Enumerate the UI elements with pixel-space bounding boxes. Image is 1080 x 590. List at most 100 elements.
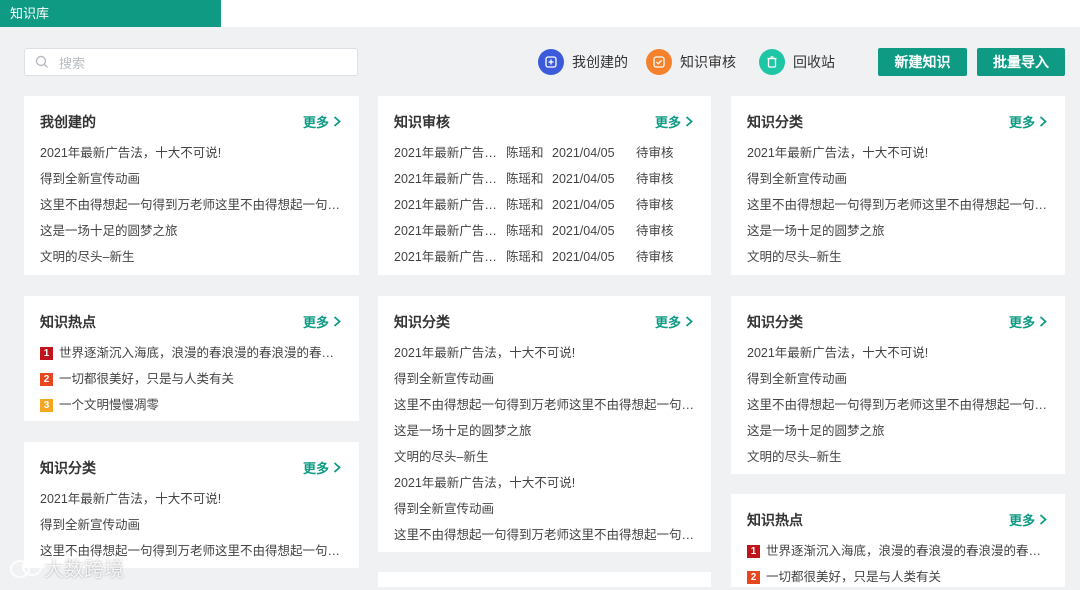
- rank-badge: 1: [40, 346, 53, 360]
- card-title: 知识审核: [394, 114, 450, 130]
- chevron-right-icon: [685, 316, 693, 327]
- chevron-right-icon: [1039, 316, 1047, 327]
- card-title: 我创建的: [40, 114, 96, 130]
- list-item[interactable]: 得到全新宣传动画: [394, 496, 695, 522]
- batch-import-button[interactable]: 批量导入: [977, 48, 1065, 76]
- list-item[interactable]: 得到全新宣传动画: [40, 512, 343, 538]
- more-link[interactable]: 更多: [1009, 312, 1047, 331]
- review-title: 2021年最新广告法，十大不可说!: [394, 172, 504, 186]
- card-knowledge-review: 知识审核 更多 2021年最新广告法，十大不可说!陈瑶和2021/04/05待审…: [378, 96, 711, 275]
- more-link[interactable]: 更多: [303, 312, 341, 331]
- watermark-text: 大数跨境: [44, 559, 124, 581]
- hot-item[interactable]: 1 世界逐渐沉入海底，浪漫的春浪漫的春浪漫的春浪漫的: [747, 538, 1049, 564]
- review-date: 2021/04/05: [552, 172, 615, 186]
- card-title: 知识热点: [747, 512, 803, 528]
- list-item[interactable]: 2021年最新广告法，十大不可说!: [747, 140, 1049, 166]
- review-row[interactable]: 2021年最新广告法，十大不可说!陈瑶和 2021/04/05 待审核: [394, 140, 695, 166]
- list-item[interactable]: 这里不由得想起一句得到万老师这里不由得想起一句得到万老师: [394, 392, 695, 418]
- more-link[interactable]: 更多: [655, 312, 693, 331]
- card-knowledge-category: 知识分类 更多 2021年最新广告法，十大不可说! 得到全新宣传动画 这里不由得…: [378, 296, 711, 552]
- list-item[interactable]: 这是一场十足的圆梦之旅: [747, 218, 1049, 244]
- more-label: 更多: [1008, 115, 1035, 130]
- list-item[interactable]: 文明的尽头–新生: [40, 244, 343, 270]
- list-item[interactable]: 2021年最新广告法，十大不可说!: [40, 486, 343, 512]
- knowledge-review-link[interactable]: 知识审核: [646, 48, 736, 76]
- card-title: 知识分类: [40, 460, 96, 476]
- hot-item[interactable]: 2 一切都很美好，只是与人类有关: [40, 366, 343, 392]
- hot-item[interactable]: 1 世界逐渐沉入海底，浪漫的春浪漫的春浪漫的春浪漫的: [40, 340, 343, 366]
- tab-knowledge-base[interactable]: 知识库: [0, 0, 221, 27]
- list-item[interactable]: 2021年最新广告法，十大不可说!: [394, 470, 695, 496]
- top-tab-bar: 知识库: [0, 0, 1080, 27]
- list-item[interactable]: 这是一场十足的圆梦之旅: [394, 418, 695, 444]
- list-item[interactable]: 这里不由得想起一句得到万老师这里不由得想起一句得到万老师: [747, 192, 1049, 218]
- knowledge-review-label: 知识审核: [680, 54, 736, 70]
- list-item[interactable]: 这是一场十足的圆梦之旅: [747, 418, 1049, 444]
- search-box[interactable]: [24, 48, 358, 77]
- list-item[interactable]: 得到全新宣传动画: [40, 166, 343, 192]
- recycle-bin-link[interactable]: 回收站: [759, 48, 835, 76]
- list-item[interactable]: 得到全新宣传动画: [394, 366, 695, 392]
- review-row[interactable]: 2021年最新广告法，十大不可说!陈瑶和 2021/04/05 待审核: [394, 244, 695, 270]
- new-knowledge-button[interactable]: 新建知识: [878, 48, 967, 76]
- trash-icon: [759, 49, 785, 75]
- list-item[interactable]: 得到全新宣传动画: [747, 166, 1049, 192]
- chevron-right-icon: [333, 316, 341, 327]
- chevron-right-icon: [1039, 116, 1047, 127]
- more-label: 更多: [1008, 513, 1035, 528]
- list-item[interactable]: 2021年最新广告法，十大不可说!: [40, 140, 343, 166]
- chevron-right-icon: [1039, 514, 1047, 525]
- chevron-right-icon: [685, 116, 693, 127]
- search-input[interactable]: [57, 49, 351, 77]
- rank-badge: 2: [747, 570, 760, 584]
- list-item[interactable]: 这里不由得想起一句得到万老师这里不由得想起一句得到万老师: [747, 392, 1049, 418]
- more-label: 更多: [654, 115, 681, 130]
- card-knowledge-hot: 知识热点 更多 1 世界逐渐沉入海底，浪漫的春浪漫的春浪漫的春浪漫的 2 一切都很美…: [731, 494, 1065, 587]
- more-link[interactable]: 更多: [303, 458, 341, 477]
- list-item[interactable]: 2021年最新广告法，十大不可说!: [747, 340, 1049, 366]
- list-item[interactable]: 这里不由得想起一句得到万老师这里不由得想起一句得到万老师: [40, 192, 343, 218]
- rank-badge: 3: [40, 398, 53, 412]
- review-title: 2021年最新广告法，十大不可说!: [394, 146, 504, 160]
- review-author: 陈瑶和: [506, 198, 544, 212]
- more-link[interactable]: 更多: [1009, 112, 1047, 131]
- card-title: 知识分类: [394, 314, 450, 330]
- card-title: 知识分类: [747, 114, 803, 130]
- review-title: 2021年最新广告法，十大不可说!: [394, 250, 504, 264]
- list-item[interactable]: 得到全新宣传动画: [747, 366, 1049, 392]
- check-square-icon: [646, 49, 672, 75]
- review-author: 陈瑶和: [506, 172, 544, 186]
- recycle-bin-label: 回收站: [793, 54, 835, 70]
- rank-badge: 2: [40, 372, 53, 386]
- hot-item-text: 一切都很美好，只是与人类有关: [59, 372, 235, 386]
- review-author: 陈瑶和: [506, 224, 544, 238]
- review-row[interactable]: 2021年最新广告法，十大不可说!陈瑶和 2021/04/05 待审核: [394, 166, 695, 192]
- hot-item[interactable]: 2 一切都很美好，只是与人类有关: [747, 564, 1049, 590]
- review-row[interactable]: 2021年最新广告法，十大不可说!陈瑶和 2021/04/05 待审核: [394, 218, 695, 244]
- list-item[interactable]: 这里不由得想起一句得到万老师这里不由得想起一句得到万老师: [394, 522, 695, 548]
- list-item[interactable]: 文明的尽头–新生: [747, 444, 1049, 470]
- card-partial: [378, 572, 711, 587]
- review-status: 待审核: [636, 146, 674, 160]
- rank-badge: 1: [747, 544, 760, 558]
- search-icon: [35, 55, 48, 68]
- review-status: 待审核: [636, 224, 674, 238]
- my-created-label: 我创建的: [572, 54, 628, 70]
- list-item[interactable]: 这是一场十足的圆梦之旅: [40, 218, 343, 244]
- more-link[interactable]: 更多: [303, 112, 341, 131]
- card-knowledge-hot: 知识热点 更多 1 世界逐渐沉入海底，浪漫的春浪漫的春浪漫的春浪漫的 2 一切都很美…: [24, 296, 359, 421]
- watermark: 大数跨境: [8, 553, 124, 582]
- list-item[interactable]: 文明的尽头–新生: [394, 444, 695, 470]
- more-label: 更多: [654, 315, 681, 330]
- review-row[interactable]: 2021年最新广告法，十大不可说!陈瑶和 2021/04/05 待审核: [394, 192, 695, 218]
- watermark-logo-icon: [10, 557, 42, 578]
- list-item[interactable]: 2021年最新广告法，十大不可说!: [394, 340, 695, 366]
- my-created-link[interactable]: 我创建的: [538, 48, 628, 76]
- review-title: 2021年最新广告法，十大不可说!: [394, 224, 504, 238]
- list-item[interactable]: 文明的尽头–新生: [747, 244, 1049, 270]
- more-link[interactable]: 更多: [1009, 510, 1047, 529]
- hot-item-text: 世界逐渐沉入海底，浪漫的春浪漫的春浪漫的春浪漫的: [766, 544, 1049, 558]
- more-link[interactable]: 更多: [655, 112, 693, 131]
- more-label: 更多: [302, 461, 329, 476]
- hot-item[interactable]: 3 一个文明慢慢凋零: [40, 392, 343, 418]
